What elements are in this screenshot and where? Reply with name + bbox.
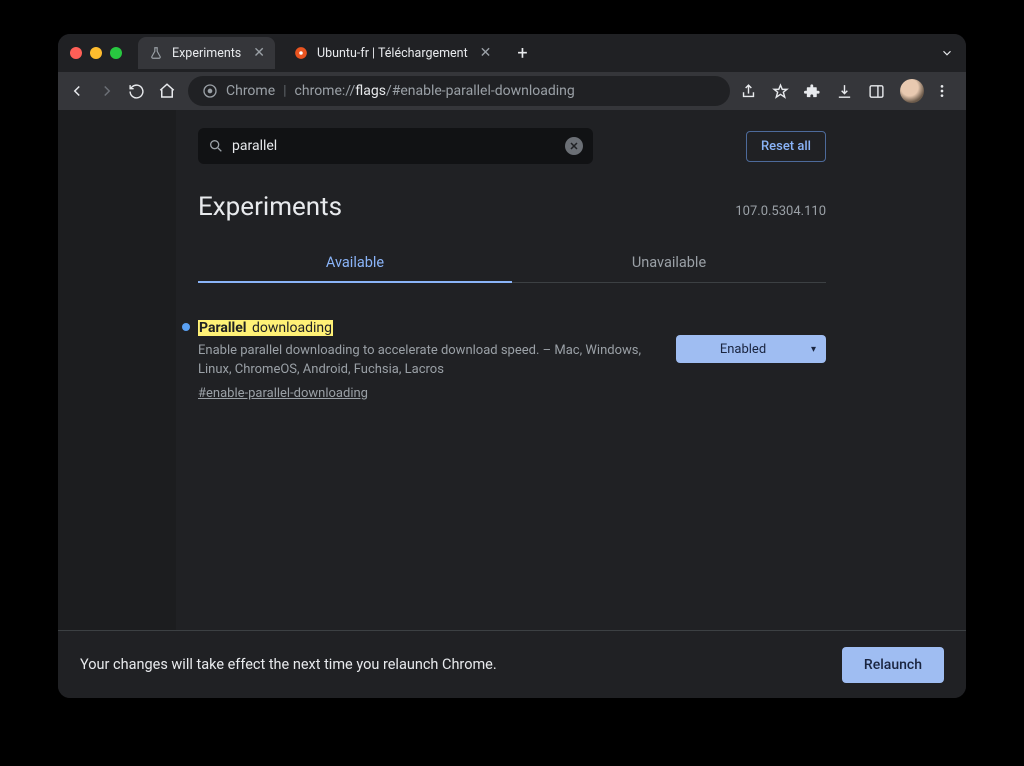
flag-state-value: Enabled bbox=[720, 342, 766, 357]
search-icon bbox=[208, 138, 224, 154]
downloads-icon[interactable] bbox=[836, 83, 858, 100]
url-text: chrome://flags/#enable-parallel-download… bbox=[295, 83, 575, 99]
profile-avatar[interactable] bbox=[900, 79, 924, 103]
flask-icon bbox=[148, 45, 164, 61]
search-highlight: Parallel bbox=[198, 320, 248, 336]
bookmark-icon[interactable] bbox=[772, 83, 794, 100]
maximize-window-button[interactable] bbox=[110, 47, 122, 59]
home-button[interactable] bbox=[158, 82, 178, 100]
close-tab-icon[interactable]: ✕ bbox=[253, 45, 265, 61]
clear-search-icon[interactable]: ✕ bbox=[565, 137, 583, 155]
flag-entry: Parallel downloading Enable parallel dow… bbox=[198, 317, 826, 401]
browser-tab-experiments[interactable]: Experiments ✕ bbox=[138, 37, 275, 69]
chrome-window: Experiments ✕ Ubuntu-fr | Téléchargement… bbox=[58, 34, 966, 698]
flag-id-link[interactable]: #enable-parallel-downloading bbox=[198, 386, 656, 401]
reset-all-button[interactable]: Reset all bbox=[746, 131, 826, 162]
flags-page: ✕ Reset all Experiments 107.0.5304.110 A… bbox=[176, 110, 848, 630]
flag-title: Parallel downloading bbox=[198, 317, 656, 336]
tab-available[interactable]: Available bbox=[198, 244, 512, 283]
new-tab-button[interactable]: + bbox=[509, 43, 535, 64]
browser-toolbar: Chrome | chrome://flags/#enable-parallel… bbox=[58, 72, 966, 110]
separator: | bbox=[283, 83, 286, 99]
flags-search-box[interactable]: ✕ bbox=[198, 128, 593, 164]
page-title: Experiments bbox=[198, 192, 342, 222]
modified-indicator-icon bbox=[182, 323, 190, 331]
minimize-window-button[interactable] bbox=[90, 47, 102, 59]
close-tab-icon[interactable]: ✕ bbox=[480, 45, 492, 61]
forward-button[interactable] bbox=[98, 82, 118, 100]
ubuntu-icon bbox=[293, 45, 309, 61]
window-controls bbox=[70, 47, 122, 59]
tab-title: Experiments bbox=[172, 46, 241, 61]
flag-state-select[interactable]: Enabled bbox=[676, 335, 826, 363]
tab-unavailable[interactable]: Unavailable bbox=[512, 244, 826, 282]
close-window-button[interactable] bbox=[70, 47, 82, 59]
share-icon[interactable] bbox=[740, 83, 762, 100]
menu-icon[interactable] bbox=[934, 83, 956, 99]
chrome-version: 107.0.5304.110 bbox=[735, 204, 826, 219]
left-gutter bbox=[58, 110, 176, 630]
reload-button[interactable] bbox=[128, 83, 148, 100]
search-input[interactable] bbox=[232, 138, 557, 154]
tab-title: Ubuntu-fr | Téléchargement bbox=[317, 46, 468, 61]
titlebar: Experiments ✕ Ubuntu-fr | Téléchargement… bbox=[58, 34, 966, 72]
back-button[interactable] bbox=[68, 82, 88, 100]
footer-message: Your changes will take effect the next t… bbox=[80, 656, 497, 673]
browser-tab-ubuntu[interactable]: Ubuntu-fr | Téléchargement ✕ bbox=[283, 37, 501, 69]
tabs-overflow-icon[interactable] bbox=[940, 46, 954, 60]
address-bar[interactable]: Chrome | chrome://flags/#enable-parallel… bbox=[188, 76, 730, 106]
right-gutter bbox=[848, 110, 966, 630]
flag-description: Enable parallel downloading to accelerat… bbox=[198, 342, 656, 380]
extensions-icon[interactable] bbox=[804, 83, 826, 100]
chrome-page-icon bbox=[202, 83, 218, 99]
relaunch-button[interactable]: Relaunch bbox=[842, 647, 944, 683]
relaunch-footer: Your changes will take effect the next t… bbox=[58, 630, 966, 698]
flag-category-tabs: Available Unavailable bbox=[198, 244, 826, 283]
url-scheme-label: Chrome bbox=[226, 83, 275, 99]
sidepanel-icon[interactable] bbox=[868, 83, 890, 100]
page-content: ✕ Reset all Experiments 107.0.5304.110 A… bbox=[58, 110, 966, 630]
